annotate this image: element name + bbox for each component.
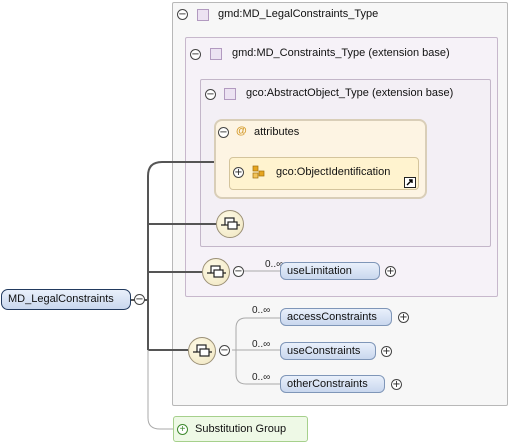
other-constraints-label: otherConstraints bbox=[287, 378, 368, 390]
use-constraints-cardinality: 0..∞ bbox=[252, 339, 271, 350]
root-element-label: MD_LegalConstraints bbox=[8, 293, 114, 305]
access-constraints-cardinality: 0..∞ bbox=[252, 305, 271, 316]
schema-diagram: − gmd:MD_LegalConstraints_Type − gmd:MD_… bbox=[0, 0, 509, 446]
expand-icon[interactable]: + bbox=[177, 424, 188, 435]
substitution-group-label: Substitution Group bbox=[195, 423, 287, 435]
collapse-icon[interactable]: − bbox=[134, 294, 145, 305]
sequence-compositor-icon[interactable] bbox=[188, 337, 216, 365]
access-constraints-label: accessConstraints bbox=[287, 311, 377, 323]
expand-icon[interactable]: + bbox=[398, 312, 409, 323]
expand-icon[interactable]: + bbox=[381, 346, 392, 357]
collapse-icon[interactable]: − bbox=[233, 266, 244, 277]
use-limitation-element[interactable]: useLimitation bbox=[280, 262, 380, 280]
use-limitation-label: useLimitation bbox=[287, 265, 352, 277]
sequence-compositor-icon[interactable] bbox=[216, 210, 244, 238]
use-constraints-element[interactable]: useConstraints bbox=[280, 342, 376, 360]
other-constraints-cardinality: 0..∞ bbox=[252, 372, 271, 383]
access-constraints-element[interactable]: accessConstraints bbox=[280, 308, 392, 326]
root-element-md-legal-constraints[interactable]: MD_LegalConstraints bbox=[1, 289, 131, 310]
expand-icon[interactable]: + bbox=[391, 379, 402, 390]
expand-icon[interactable]: + bbox=[385, 266, 396, 277]
sequence-compositor-icon[interactable] bbox=[202, 258, 230, 286]
use-constraints-label: useConstraints bbox=[287, 345, 361, 357]
other-constraints-element[interactable]: otherConstraints bbox=[280, 375, 385, 393]
collapse-icon[interactable]: − bbox=[219, 345, 230, 356]
